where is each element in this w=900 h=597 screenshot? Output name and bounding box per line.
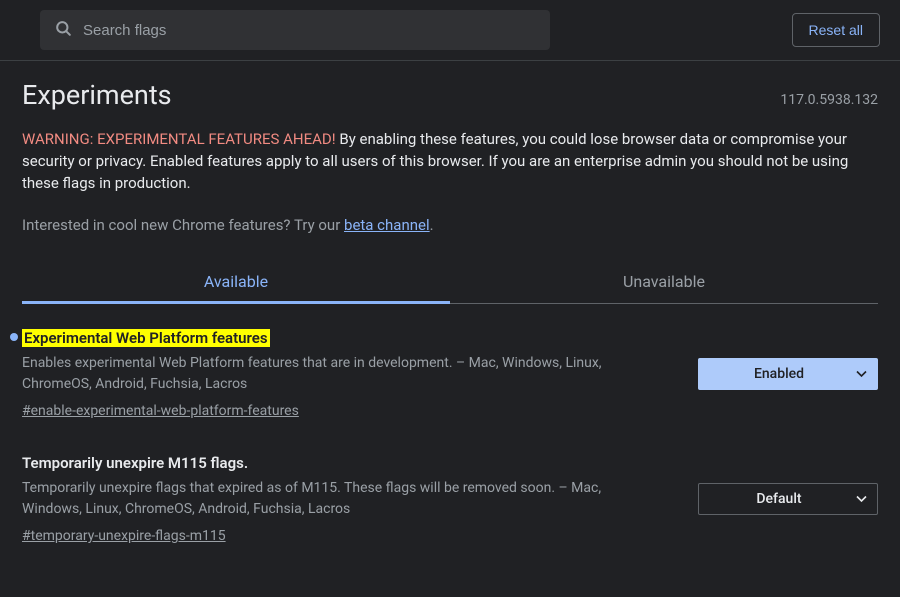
interest-suffix: . xyxy=(430,216,434,234)
select-value: Default xyxy=(756,491,801,507)
modified-indicator-icon xyxy=(10,333,18,341)
search-input[interactable] xyxy=(83,22,536,39)
flag-state-select[interactable]: Enabled xyxy=(698,358,878,390)
flag-list: Experimental Web Platform features Enabl… xyxy=(22,318,878,568)
beta-channel-link[interactable]: beta channel xyxy=(344,216,430,234)
flag-control: Enabled xyxy=(698,328,878,419)
flag-anchor-link[interactable]: #enable-experimental-web-platform-featur… xyxy=(22,403,299,419)
flag-state-select[interactable]: Default xyxy=(698,483,878,515)
flag-description: Temporarily unexpire flags that expired … xyxy=(22,478,642,520)
flag-body: Experimental Web Platform features Enabl… xyxy=(22,328,678,419)
reset-all-button[interactable]: Reset all xyxy=(792,13,880,47)
chevron-down-icon xyxy=(856,495,867,502)
search-icon xyxy=(54,19,73,42)
header-row: Experiments 117.0.5938.132 xyxy=(22,79,878,111)
flag-body: Temporarily unexpire M115 flags. Tempora… xyxy=(22,453,678,544)
tabs: Available Unavailable xyxy=(22,260,878,304)
search-box[interactable] xyxy=(40,10,550,50)
flag-anchor-link[interactable]: #temporary-unexpire-flags-m115 xyxy=(22,528,226,544)
page-title: Experiments xyxy=(22,79,172,111)
select-value: Enabled xyxy=(754,366,804,382)
top-bar: Reset all xyxy=(0,0,900,61)
tab-unavailable[interactable]: Unavailable xyxy=(450,260,878,303)
content-area: Experiments 117.0.5938.132 WARNING: EXPE… xyxy=(0,61,900,568)
chevron-down-icon xyxy=(856,370,867,377)
tab-available[interactable]: Available xyxy=(22,260,450,303)
interest-text: Interested in cool new Chrome features? … xyxy=(22,216,878,234)
flag-description: Enables experimental Web Platform featur… xyxy=(22,353,642,395)
warning-prefix: WARNING: EXPERIMENTAL FEATURES AHEAD! xyxy=(22,130,336,148)
flag-title: Temporarily unexpire M115 flags. xyxy=(22,454,248,472)
version-label: 117.0.5938.132 xyxy=(780,92,878,108)
flag-title: Experimental Web Platform features xyxy=(22,329,270,347)
flag-control: Default xyxy=(698,453,878,544)
flag-item: Experimental Web Platform features Enabl… xyxy=(22,318,878,443)
warning-text: WARNING: EXPERIMENTAL FEATURES AHEAD! By… xyxy=(22,129,878,194)
flag-item: Temporarily unexpire M115 flags. Tempora… xyxy=(22,443,878,568)
interest-prefix: Interested in cool new Chrome features? … xyxy=(22,216,344,234)
